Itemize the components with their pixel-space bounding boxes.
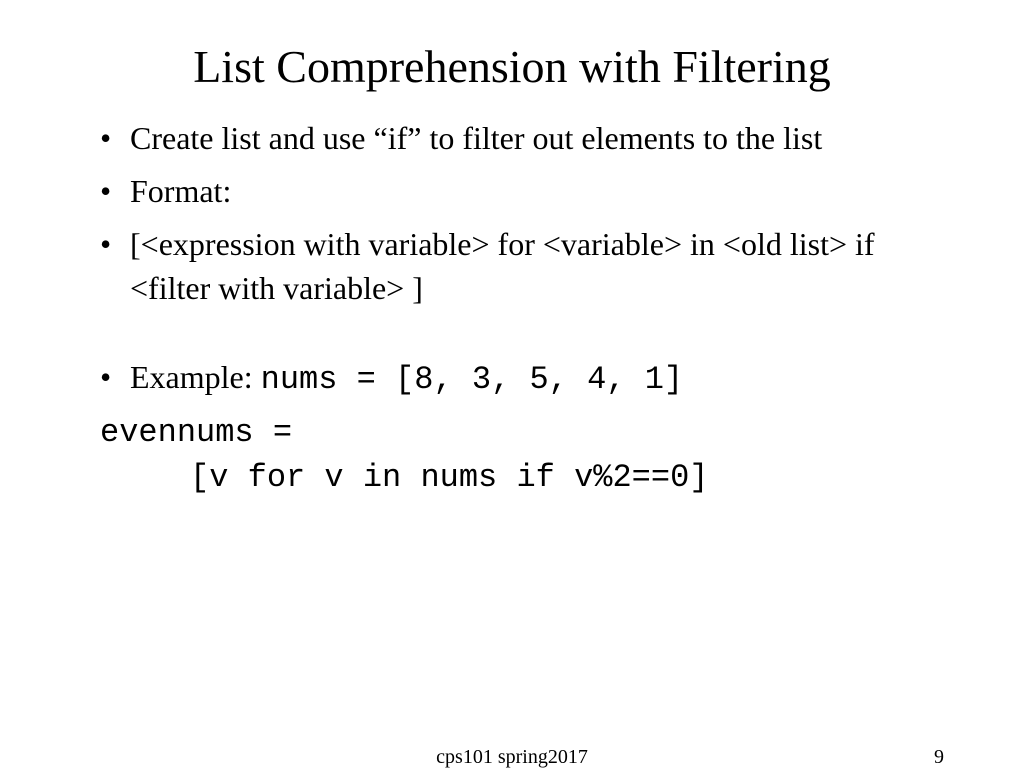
example-code: nums = [8, 3, 5, 4, 1]	[261, 361, 683, 398]
bullet-list-example: Example: nums = [8, 3, 5, 4, 1]	[70, 356, 954, 401]
code-line: [v for v in nums if v%2==0]	[70, 456, 954, 501]
footer-course: cps101 spring2017	[436, 746, 588, 769]
bullet-item-example: Example: nums = [8, 3, 5, 4, 1]	[100, 356, 954, 401]
slide-title: List Comprehension with Filtering	[70, 40, 954, 93]
bullet-item: Create list and use “if” to filter out e…	[100, 117, 954, 160]
bullet-list: Create list and use “if” to filter out e…	[70, 117, 954, 310]
bullet-item: [<expression with variable> for <variabl…	[100, 223, 954, 309]
footer-page-number: 9	[934, 746, 944, 769]
example-label: Example:	[130, 359, 261, 395]
bullet-item: Format:	[100, 170, 954, 213]
code-line: evennums =	[70, 411, 954, 456]
